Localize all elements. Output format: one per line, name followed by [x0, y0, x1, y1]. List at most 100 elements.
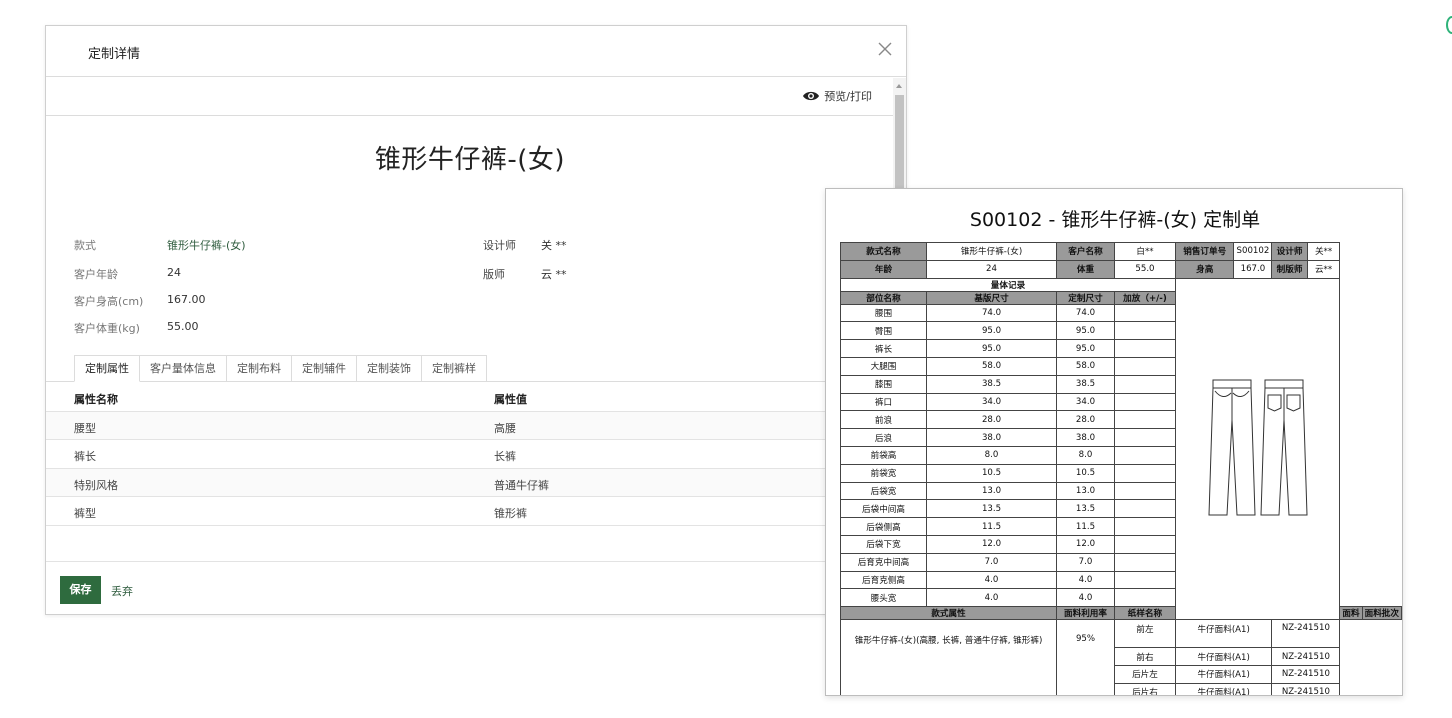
- cell-value: 锥形牛仔裤-(女): [925, 242, 1058, 261]
- part-name: 裤长: [840, 339, 927, 358]
- part-name: 前袋高: [840, 445, 927, 465]
- attr-name: 裤型: [74, 507, 96, 520]
- cell-label: 年龄: [840, 259, 927, 279]
- tab-custom-fabric[interactable]: 定制布料: [227, 355, 292, 382]
- table-row[interactable]: 特别风格 普通牛仔裤: [46, 468, 894, 497]
- adjust-cell: [1113, 410, 1176, 430]
- tab-body-measurements[interactable]: 客户量体信息: [140, 355, 227, 382]
- adjust-cell: [1113, 534, 1176, 554]
- part-name: 后育克侧高: [840, 570, 927, 590]
- close-icon[interactable]: [876, 40, 894, 58]
- cell-label: 客户名称: [1056, 242, 1115, 261]
- preview-print-button[interactable]: 预览/打印: [802, 88, 872, 104]
- custom-size: 11.5: [1056, 517, 1115, 536]
- scroll-up-arrow[interactable]: [896, 84, 902, 88]
- column-header: 款式属性: [839, 606, 1058, 621]
- style-label: 款式: [74, 239, 96, 252]
- part-name: 前袋宽: [840, 463, 927, 483]
- part-name: 后袋宽: [840, 481, 927, 501]
- adjust-cell: [1113, 445, 1176, 465]
- base-size: 74.0: [925, 303, 1058, 323]
- adjust-cell: [1113, 374, 1176, 394]
- cell-label: 销售订单号: [1174, 242, 1235, 261]
- cell-value: S00102: [1233, 242, 1273, 261]
- base-size: 7.0: [925, 552, 1058, 572]
- part-name: 后袋侧高: [840, 517, 927, 536]
- tab-custom-attributes[interactable]: 定制属性: [74, 355, 140, 382]
- base-size: 38.0: [925, 428, 1058, 447]
- column-header: 定制尺寸: [1056, 290, 1115, 305]
- adjust-cell: [1113, 517, 1176, 536]
- fabric-batch: NZ-241510: [1271, 682, 1341, 695]
- fabric-name: 牛仔面料(A1): [1174, 682, 1273, 695]
- column-header-attr-value: 属性值: [494, 393, 527, 406]
- attr-name: 裤长: [74, 450, 96, 463]
- base-size: 58.0: [925, 356, 1058, 376]
- table-row[interactable]: 裤长 长裤: [46, 440, 894, 469]
- fabric-name: 牛仔面料(A1): [1174, 664, 1273, 684]
- base-size: 8.0: [925, 445, 1058, 465]
- discard-button[interactable]: 丢弃: [111, 583, 133, 599]
- designer-value: 关 **: [541, 239, 567, 252]
- patternmaker-value: 云 **: [541, 268, 567, 281]
- style-attr-cell: 锥形牛仔裤-(女)(高腰, 长裤, 普通牛仔裤, 锥形裤): [839, 619, 1058, 695]
- cell-value: 55.0: [1113, 259, 1176, 279]
- sheet-title: S00102 - 锥形牛仔裤-(女) 定制单: [969, 209, 1261, 231]
- table-row[interactable]: 腰型 高腰: [46, 411, 894, 440]
- save-button[interactable]: 保存: [60, 576, 101, 604]
- adjust-cell: [1113, 303, 1176, 323]
- adjust-cell: [1113, 481, 1176, 501]
- cell-label: 体重: [1056, 259, 1115, 279]
- weight-value: 55.00: [167, 320, 199, 333]
- designer-label: 设计师: [483, 239, 516, 252]
- custom-size: 58.0: [1056, 356, 1115, 376]
- fabric-name: 牛仔面料(A1): [1174, 647, 1273, 666]
- adjust-cell: [1113, 392, 1176, 412]
- column-header: 纸样名称: [1113, 606, 1176, 621]
- cell-label: 设计师: [1271, 242, 1308, 261]
- custom-size: 13.0: [1056, 481, 1115, 501]
- jeans-front-icon: [1208, 379, 1256, 516]
- custom-size: 4.0: [1056, 588, 1115, 608]
- tab-custom-accessories[interactable]: 定制辅件: [292, 355, 357, 382]
- base-size: 11.5: [925, 517, 1058, 536]
- base-size: 28.0: [925, 410, 1058, 430]
- detail-tabs: 定制属性 客户量体信息 定制布料 定制辅件 定制装饰 定制裤样: [74, 355, 487, 382]
- adjust-cell: [1113, 428, 1176, 447]
- cell-label: 身高: [1174, 259, 1235, 279]
- table-row[interactable]: 裤型 锥形裤: [46, 497, 894, 526]
- custom-size: 13.5: [1056, 499, 1115, 519]
- adjust-cell: [1113, 321, 1176, 341]
- custom-order-table: 款式名称 锥形牛仔裤-(女) 客户名称 白** 销售订单号 S00102 设计师…: [839, 242, 1402, 695]
- part-name: 后袋中间高: [840, 499, 927, 519]
- custom-size: 34.0: [1056, 392, 1115, 412]
- custom-size: 8.0: [1056, 445, 1115, 465]
- patternmaker-label: 版师: [483, 268, 505, 281]
- cell-value: 24: [925, 259, 1058, 279]
- tab-custom-decorations[interactable]: 定制装饰: [357, 355, 422, 382]
- base-size: 13.0: [925, 481, 1058, 501]
- weight-label: 客户体重(kg): [74, 322, 140, 335]
- custom-size: 74.0: [1056, 303, 1115, 323]
- preview-print-label: 预览/打印: [824, 90, 872, 103]
- base-size: 34.0: [925, 392, 1058, 412]
- part-name: 后袋下宽: [840, 534, 927, 554]
- custom-size: 10.5: [1056, 463, 1115, 483]
- fabric-name: 牛仔面料(A1): [1174, 619, 1273, 649]
- measure-section-row: 量体记录: [840, 277, 1402, 621]
- column-header: 面料批次: [1361, 606, 1402, 621]
- column-header: 基版尺寸: [925, 290, 1058, 305]
- adjust-cell: [1113, 339, 1176, 358]
- tab-custom-pant-pattern[interactable]: 定制裤样: [422, 355, 487, 382]
- age-value: 24: [167, 266, 181, 279]
- age-label: 客户年龄: [74, 268, 118, 281]
- custom-size: 95.0: [1056, 339, 1115, 358]
- attr-name: 腰型: [74, 421, 96, 435]
- custom-size: 38.5: [1056, 374, 1115, 394]
- part-name: 后育克中间高: [840, 552, 927, 572]
- attr-value: 锥形裤: [494, 507, 527, 520]
- attr-name: 特别风格: [74, 478, 118, 492]
- modal-header: 定制详情: [46, 26, 906, 77]
- style-value-link[interactable]: 锥形牛仔裤-(女): [167, 237, 246, 253]
- fabric-batch: NZ-241510: [1271, 619, 1341, 649]
